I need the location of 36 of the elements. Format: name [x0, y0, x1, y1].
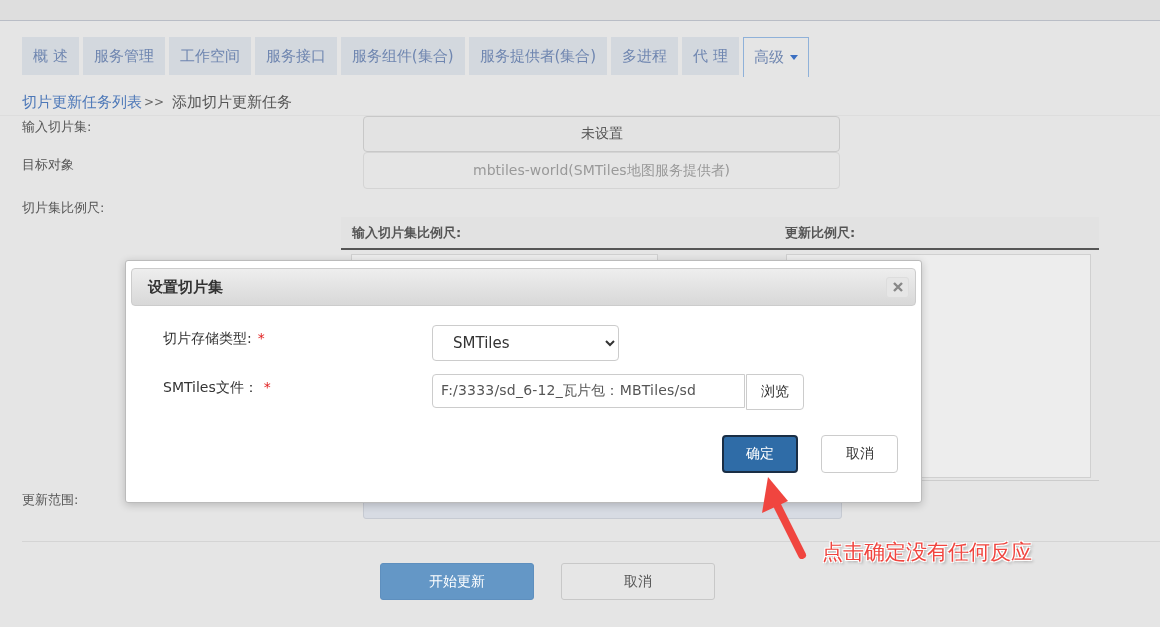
required-mark: * — [257, 330, 265, 346]
dialog-title: 设置切片集 — [148, 277, 223, 297]
tab[interactable]: 代 理 — [682, 37, 739, 75]
tab[interactable]: 工作空间 — [168, 37, 251, 75]
target-field: mbtiles-world(SMTiles地图服务提供者) — [363, 152, 840, 189]
field-label: 目标对象 — [21, 156, 75, 174]
file-path-field[interactable]: F:/3333/sd_6-12_瓦片包：MBTiles/sd — [432, 374, 745, 408]
field-label: 切片存储类型: * — [163, 329, 266, 348]
tab[interactable]: 服务接口 — [254, 37, 337, 75]
cancel-button[interactable]: 取消 — [561, 563, 715, 600]
caret-icon — [790, 55, 798, 60]
field-label: 输入切片集: — [21, 118, 93, 136]
tab[interactable]: 概 述 — [22, 37, 79, 75]
tab[interactable]: 多进程 — [611, 37, 679, 75]
close-icon — [892, 282, 903, 292]
close-button[interactable] — [886, 276, 909, 298]
cancel-button[interactable]: 取消 — [821, 435, 898, 473]
tab[interactable]: 服务提供者(集合) — [468, 37, 608, 75]
storage-type-select[interactable]: SMTiles — [432, 325, 619, 361]
confirm-button[interactable]: 确定 — [722, 435, 798, 473]
tileset-button[interactable]: 未设置 — [363, 116, 840, 152]
tab[interactable]: 服务管理 — [82, 37, 165, 75]
breadcrumb-separator: >> — [144, 95, 165, 109]
browse-button[interactable]: 浏览 — [746, 374, 804, 410]
required-mark: * — [263, 379, 271, 395]
breadcrumb-current: 添加切片更新任务 — [172, 92, 293, 112]
breadcrumb-link[interactable]: 切片更新任务列表 — [22, 92, 142, 112]
annotation-text: 点击确定没有任何反应 — [822, 539, 1032, 566]
tab[interactable]: 服务组件(集合) — [340, 37, 465, 75]
column-header: 更新比例尺: — [785, 223, 856, 242]
field-label: SMTiles文件： * — [163, 378, 272, 397]
field-label: 切片集比例尺: — [21, 199, 106, 217]
column-header: 输入切片集比例尺: — [351, 223, 463, 242]
start-button[interactable]: 开始更新 — [380, 563, 534, 600]
tab[interactable]: 高级 — [743, 37, 809, 77]
field-label: 更新范围: — [21, 491, 80, 509]
